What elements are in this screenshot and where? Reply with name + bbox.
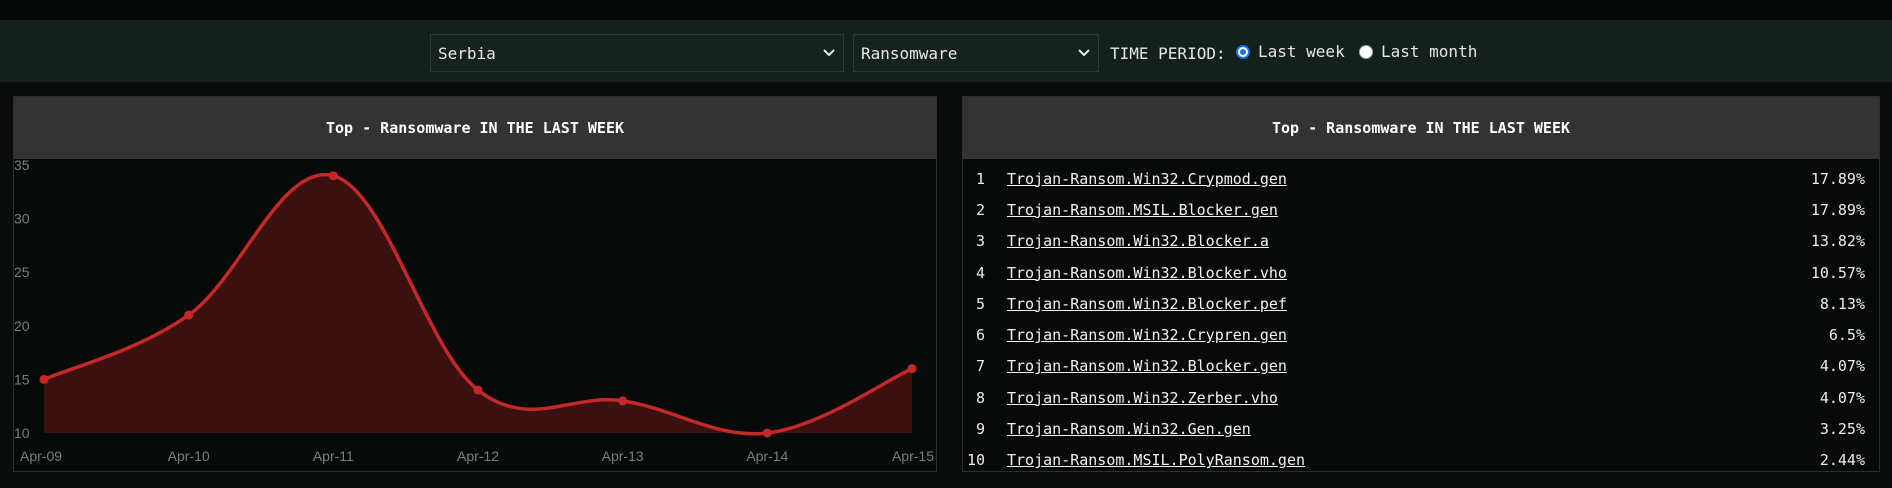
list-item: 4 Trojan-Ransom.Win32.Blocker.vho 10.57% xyxy=(963,257,1879,288)
list-item-rank: 6 xyxy=(975,326,985,345)
data-point xyxy=(907,364,917,374)
data-point xyxy=(328,171,338,181)
list-item-rank: 3 xyxy=(975,232,985,251)
list-item: 7 Trojan-Ransom.Win32.Blocker.gen 4.07% xyxy=(963,351,1879,382)
list-item-rank: 4 xyxy=(975,263,985,282)
list-item: 3 Trojan-Ransom.Win32.Blocker.a 13.82% xyxy=(963,226,1879,257)
time-period-label: TIME PERIOD: xyxy=(1110,44,1226,63)
area-chart: 10 15 20 25 30 35 Apr-09 Apr-10 Apr-11 Apr-12 Apr-… xyxy=(14,159,934,464)
chevron-down-icon xyxy=(823,49,835,57)
y-tick-label: 20 xyxy=(14,318,30,334)
list-item: 2 Trojan-Ransom.MSIL.Blocker.gen 17.89% xyxy=(963,194,1879,225)
top-threats-list: 1 Trojan-Ransom.Win32.Crypmod.gen 17.89% 2 T… xyxy=(963,163,1879,476)
list-item: 1 Trojan-Ransom.Win32.Crypmod.gen 17.89% xyxy=(963,163,1879,194)
y-tick-label: 30 xyxy=(14,211,30,227)
chevron-down-icon xyxy=(1078,49,1090,57)
y-tick-label: 25 xyxy=(14,264,30,280)
top-strip xyxy=(0,0,1892,20)
list-item-percentage: 2.44% xyxy=(1819,451,1865,470)
category-select[interactable]: Ransomware xyxy=(853,34,1099,72)
threat-link[interactable]: Trojan-Ransom.Win32.Crypmod.gen xyxy=(995,170,1789,188)
list-panel-title: Top - Ransomware IN THE LAST WEEK xyxy=(963,97,1879,159)
radio-last-month-label: Last month xyxy=(1381,42,1478,61)
radio-last-week[interactable]: Last week xyxy=(1236,42,1345,61)
y-tick-label: 15 xyxy=(14,371,30,387)
list-item-rank: 8 xyxy=(975,388,985,407)
list-item-percentage: 4.07% xyxy=(1819,357,1865,376)
x-tick-label: Apr-15 xyxy=(892,448,934,464)
x-tick-label: Apr-10 xyxy=(168,448,210,464)
data-point xyxy=(39,374,49,384)
list-item-percentage: 17.89% xyxy=(1810,169,1865,188)
threat-link[interactable]: Trojan-Ransom.MSIL.PolyRansom.gen xyxy=(995,451,1789,469)
area-fill xyxy=(44,174,912,434)
data-point xyxy=(473,385,483,395)
list-item-percentage: 17.89% xyxy=(1810,200,1865,219)
y-tick-label: 35 xyxy=(14,159,30,173)
radio-last-month-indicator[interactable] xyxy=(1359,44,1373,59)
threat-link[interactable]: Trojan-Ransom.Win32.Blocker.a xyxy=(995,232,1789,250)
data-point xyxy=(184,310,194,320)
list-item-rank: 7 xyxy=(975,357,985,376)
x-tick-label: Apr-11 xyxy=(313,448,354,464)
list-item-percentage: 8.13% xyxy=(1819,294,1865,313)
y-tick-label: 10 xyxy=(14,425,30,441)
list-panel: Top - Ransomware IN THE LAST WEEK 1 Troja… xyxy=(962,96,1880,472)
country-select[interactable]: Serbia xyxy=(430,34,844,72)
list-item-percentage: 13.82% xyxy=(1810,232,1865,251)
list-item-percentage: 6.5% xyxy=(1828,326,1865,345)
radio-last-week-indicator[interactable] xyxy=(1236,44,1250,59)
list-item-rank: 2 xyxy=(975,200,985,219)
threat-link[interactable]: Trojan-Ransom.Win32.Blocker.pef xyxy=(995,295,1789,313)
list-item-rank: 5 xyxy=(975,294,985,313)
radio-last-week-label: Last week xyxy=(1258,42,1345,61)
threat-link[interactable]: Trojan-Ransom.Win32.Blocker.vho xyxy=(995,264,1789,282)
data-point xyxy=(618,396,628,406)
data-point xyxy=(762,428,772,438)
chart-panel-title: Top - Ransomware IN THE LAST WEEK xyxy=(14,97,936,159)
list-item: 6 Trojan-Ransom.Win32.Crypren.gen 6.5% xyxy=(963,319,1879,350)
list-item-percentage: 3.25% xyxy=(1819,420,1865,439)
list-item-rank: 10 xyxy=(966,451,985,470)
list-item-percentage: 10.57% xyxy=(1810,263,1865,282)
x-tick-label: Apr-09 xyxy=(20,448,62,464)
list-item-rank: 1 xyxy=(975,169,985,188)
x-tick-label: Apr-14 xyxy=(746,448,788,464)
list-item: 5 Trojan-Ransom.Win32.Blocker.pef 8.13% xyxy=(963,288,1879,319)
threat-link[interactable]: Trojan-Ransom.Win32.Gen.gen xyxy=(995,420,1789,438)
threat-link[interactable]: Trojan-Ransom.Win32.Zerber.vho xyxy=(995,389,1789,407)
country-select-value: Serbia xyxy=(438,43,496,63)
chart-panel: Top - Ransomware IN THE LAST WEEK 10 15 20… xyxy=(13,96,937,472)
list-item-rank: 9 xyxy=(975,420,985,439)
list-item-percentage: 4.07% xyxy=(1819,388,1865,407)
list-item: 10 Trojan-Ransom.MSIL.PolyRansom.gen 2.44% xyxy=(963,445,1879,476)
list-item: 8 Trojan-Ransom.Win32.Zerber.vho 4.07% xyxy=(963,382,1879,413)
x-tick-label: Apr-12 xyxy=(457,448,499,464)
filter-bar: Serbia Ransomware TIME PERIOD: Last week… xyxy=(0,20,1892,82)
x-tick-label: Apr-13 xyxy=(602,448,644,464)
radio-last-month[interactable]: Last month xyxy=(1359,42,1477,61)
list-item: 9 Trojan-Ransom.Win32.Gen.gen 3.25% xyxy=(963,413,1879,444)
threat-link[interactable]: Trojan-Ransom.Win32.Crypren.gen xyxy=(995,326,1789,344)
category-select-value: Ransomware xyxy=(861,43,958,63)
threat-link[interactable]: Trojan-Ransom.MSIL.Blocker.gen xyxy=(995,201,1789,219)
threat-link[interactable]: Trojan-Ransom.Win32.Blocker.gen xyxy=(995,357,1789,375)
